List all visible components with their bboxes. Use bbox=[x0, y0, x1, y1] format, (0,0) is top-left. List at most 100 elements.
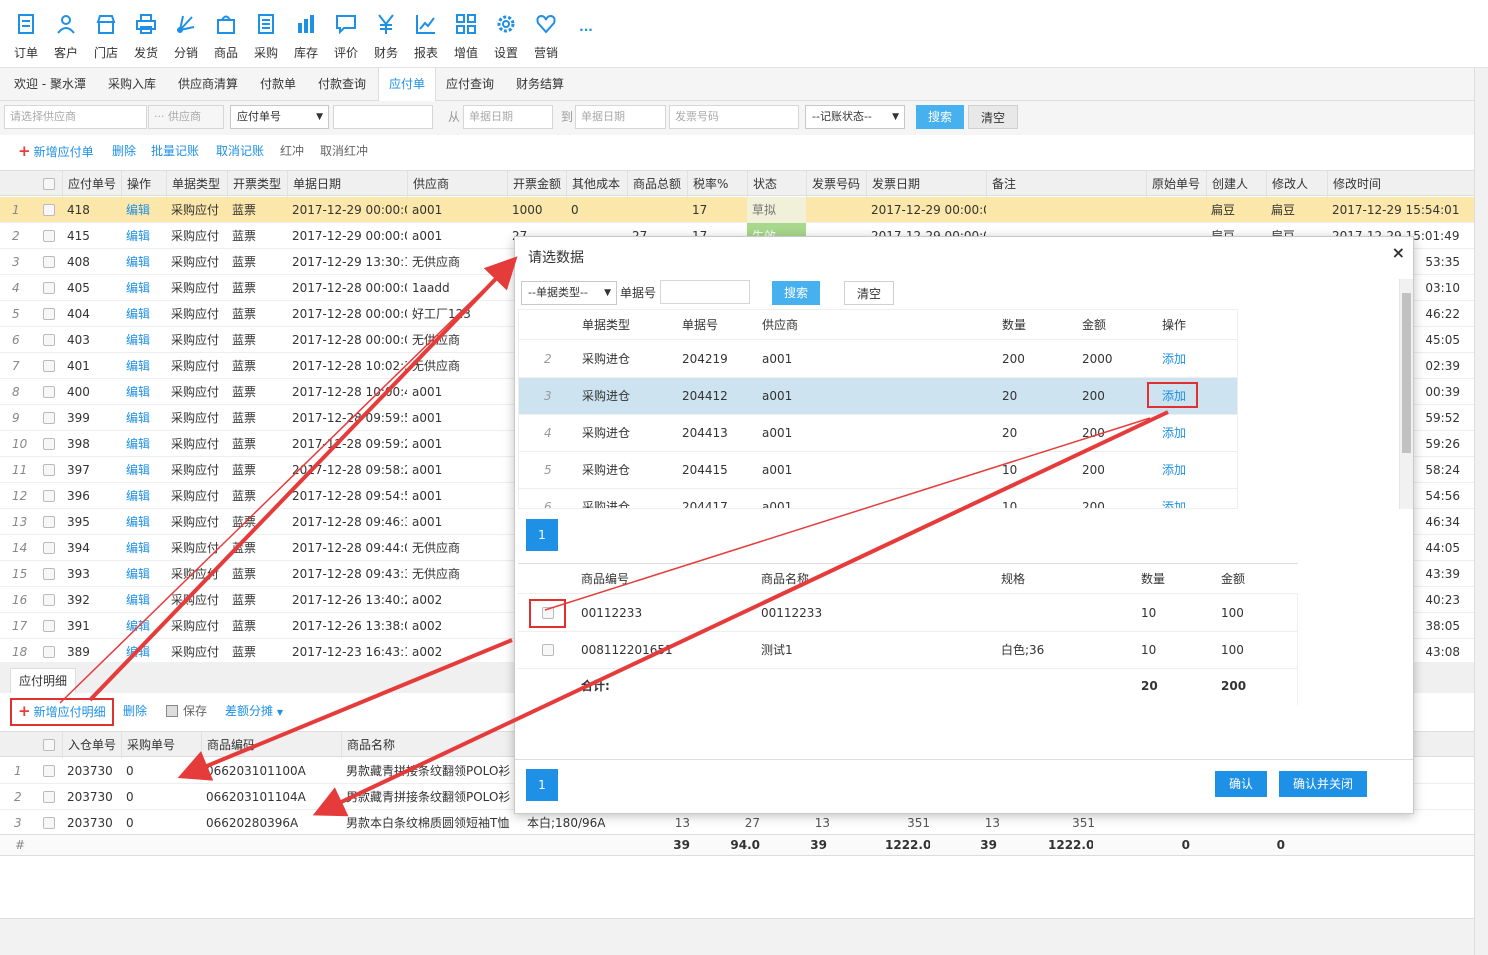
row-checkbox[interactable] bbox=[43, 204, 55, 216]
row-checkbox[interactable] bbox=[43, 516, 55, 528]
cancel-red-reverse-button[interactable]: 取消红冲 bbox=[320, 136, 368, 168]
column-header[interactable]: 创建人 bbox=[1206, 171, 1266, 197]
column-header[interactable]: 发票号码 bbox=[806, 171, 866, 197]
column-header[interactable]: 备注 bbox=[986, 171, 1146, 197]
column-header[interactable]: 发票日期 bbox=[866, 171, 986, 197]
column-header[interactable]: 商品总额 bbox=[627, 171, 687, 197]
row-checkbox[interactable] bbox=[43, 256, 55, 268]
doc-row[interactable]: 6 采购进仓 204417 a001 10 200 添加 bbox=[519, 489, 1237, 508]
tab-4[interactable]: 付款查询 bbox=[308, 68, 376, 101]
row-checkbox[interactable] bbox=[43, 334, 55, 346]
split-difference-dropdown[interactable]: 差额分摊 ▼ bbox=[225, 696, 283, 728]
batch-post-button[interactable]: 批量记账 bbox=[151, 136, 199, 168]
nav-item-12[interactable]: 设置 bbox=[486, 0, 526, 68]
nav-item-5[interactable]: 商品 bbox=[206, 0, 246, 68]
row-checkbox[interactable] bbox=[43, 594, 55, 606]
page-button-1-bottom[interactable]: 1 bbox=[526, 769, 558, 801]
column-header[interactable]: 其他成本 bbox=[566, 171, 627, 197]
row-checkbox[interactable] bbox=[43, 230, 55, 242]
row-checkbox[interactable] bbox=[43, 542, 55, 554]
dialog-scrollbar[interactable] bbox=[1399, 279, 1413, 509]
close-icon[interactable]: × bbox=[1392, 243, 1405, 262]
nav-item-7[interactable]: 库存 bbox=[286, 0, 326, 68]
nav-item-8[interactable]: 评价 bbox=[326, 0, 366, 68]
edit-link[interactable]: 编辑 bbox=[121, 249, 166, 275]
row-checkbox[interactable] bbox=[43, 386, 55, 398]
nav-item-0[interactable]: 订单 bbox=[6, 0, 46, 68]
nav-item-4[interactable]: 分销 bbox=[166, 0, 206, 68]
column-header[interactable]: 单据日期 bbox=[287, 171, 407, 197]
column-header[interactable]: 操作 bbox=[121, 171, 166, 197]
edit-link[interactable]: 编辑 bbox=[121, 431, 166, 457]
delete-button[interactable]: 删除 bbox=[112, 136, 136, 168]
search-button[interactable]: 搜索 bbox=[916, 105, 964, 129]
supplier-picker[interactable]: ··· 供应商 bbox=[148, 105, 224, 129]
nav-item-3[interactable]: 发货 bbox=[126, 0, 166, 68]
edit-link[interactable]: 编辑 bbox=[121, 197, 166, 223]
nav-item-13[interactable]: 营销 bbox=[526, 0, 566, 68]
detail-row-checkbox[interactable] bbox=[43, 817, 55, 829]
doc-type-select[interactable]: --单据类型-- ▼ bbox=[521, 281, 617, 305]
row-checkbox[interactable] bbox=[43, 568, 55, 580]
tab-0[interactable]: 欢迎 - 聚水潭 bbox=[4, 68, 96, 101]
row-checkbox[interactable] bbox=[43, 464, 55, 476]
column-header[interactable]: 应付单号 bbox=[62, 171, 121, 197]
tab-payable-detail[interactable]: 应付明细 bbox=[10, 668, 77, 693]
doc-number-input[interactable] bbox=[333, 105, 433, 129]
edit-link[interactable]: 编辑 bbox=[121, 223, 166, 249]
item-row[interactable]: 00112233 00112233 10 100 bbox=[518, 595, 1298, 632]
tab-3[interactable]: 付款单 bbox=[250, 68, 306, 101]
edit-link[interactable]: 编辑 bbox=[121, 561, 166, 587]
dialog-clear-button[interactable]: 清空 bbox=[844, 281, 894, 305]
detail-delete-button[interactable]: 删除 bbox=[123, 696, 147, 728]
doc-row[interactable]: 4 采购进仓 204413 a001 20 200 添加 bbox=[519, 415, 1237, 452]
table-row[interactable]: 1 418 编辑 采购应付 蓝票 2017-12-29 00:00:00 a001 1000 0… bbox=[0, 197, 1488, 223]
add-link[interactable]: 添加 bbox=[1162, 489, 1186, 508]
page-scrollbar[interactable] bbox=[1474, 68, 1488, 955]
row-checkbox[interactable] bbox=[43, 646, 55, 658]
edit-link[interactable]: 编辑 bbox=[121, 457, 166, 483]
nav-item-11[interactable]: 增值 bbox=[446, 0, 486, 68]
detail-column-header[interactable]: 商品编码 bbox=[201, 732, 341, 758]
edit-link[interactable]: 编辑 bbox=[121, 613, 166, 639]
detail-save-button[interactable]: 保存 bbox=[166, 696, 207, 728]
tab-7[interactable]: 财务结算 bbox=[506, 68, 574, 101]
supplier-input[interactable]: 请选择供应商 bbox=[4, 105, 147, 129]
select-all-checkbox[interactable] bbox=[43, 178, 55, 190]
column-header[interactable]: 单据类型 bbox=[166, 171, 227, 197]
row-checkbox[interactable] bbox=[43, 308, 55, 320]
cancel-post-button[interactable]: 取消记账 bbox=[216, 136, 264, 168]
date-to-input[interactable]: 单据日期 bbox=[575, 105, 666, 129]
column-header[interactable]: 状态 bbox=[747, 171, 806, 197]
column-header[interactable]: 开票金额 bbox=[507, 171, 566, 197]
status-select[interactable]: --记账状态-- ▼ bbox=[805, 105, 905, 129]
confirm-button[interactable]: 确认 bbox=[1215, 771, 1267, 797]
edit-link[interactable]: 编辑 bbox=[121, 275, 166, 301]
column-header[interactable]: 开票类型 bbox=[227, 171, 287, 197]
confirm-close-button[interactable]: 确认并关闭 bbox=[1279, 771, 1367, 797]
detail-column-header[interactable]: 采购单号 bbox=[121, 732, 201, 758]
tab-2[interactable]: 供应商清算 bbox=[168, 68, 248, 101]
edit-link[interactable]: 编辑 bbox=[121, 639, 166, 662]
detail-row-checkbox[interactable] bbox=[43, 765, 55, 777]
row-checkbox[interactable] bbox=[43, 412, 55, 424]
date-from-input[interactable]: 单据日期 bbox=[463, 105, 553, 129]
row-checkbox[interactable] bbox=[43, 282, 55, 294]
add-payable-button[interactable]: + 新增应付单 bbox=[18, 136, 94, 168]
edit-link[interactable]: 编辑 bbox=[121, 483, 166, 509]
nav-item-14[interactable]: ··· bbox=[566, 0, 606, 68]
red-reverse-button[interactable]: 红冲 bbox=[280, 136, 304, 168]
page-button-1[interactable]: 1 bbox=[526, 519, 558, 551]
doc-row[interactable]: 5 采购进仓 204415 a001 10 200 添加 bbox=[519, 452, 1237, 489]
clear-button[interactable]: 清空 bbox=[968, 105, 1018, 129]
nav-item-1[interactable]: 客户 bbox=[46, 0, 86, 68]
column-header[interactable]: 修改时间 bbox=[1327, 171, 1474, 197]
detail-select-all-checkbox[interactable] bbox=[43, 739, 55, 751]
doc-number-type-select[interactable]: 应付单号 ▼ bbox=[230, 105, 329, 129]
tab-1[interactable]: 采购入库 bbox=[98, 68, 166, 101]
edit-link[interactable]: 编辑 bbox=[121, 535, 166, 561]
add-link[interactable]: 添加 bbox=[1162, 415, 1186, 452]
column-header[interactable]: 修改人 bbox=[1266, 171, 1327, 197]
row-checkbox[interactable] bbox=[43, 438, 55, 450]
doc-row[interactable]: 3 采购进仓 204412 a001 20 200 添加 bbox=[519, 378, 1237, 415]
